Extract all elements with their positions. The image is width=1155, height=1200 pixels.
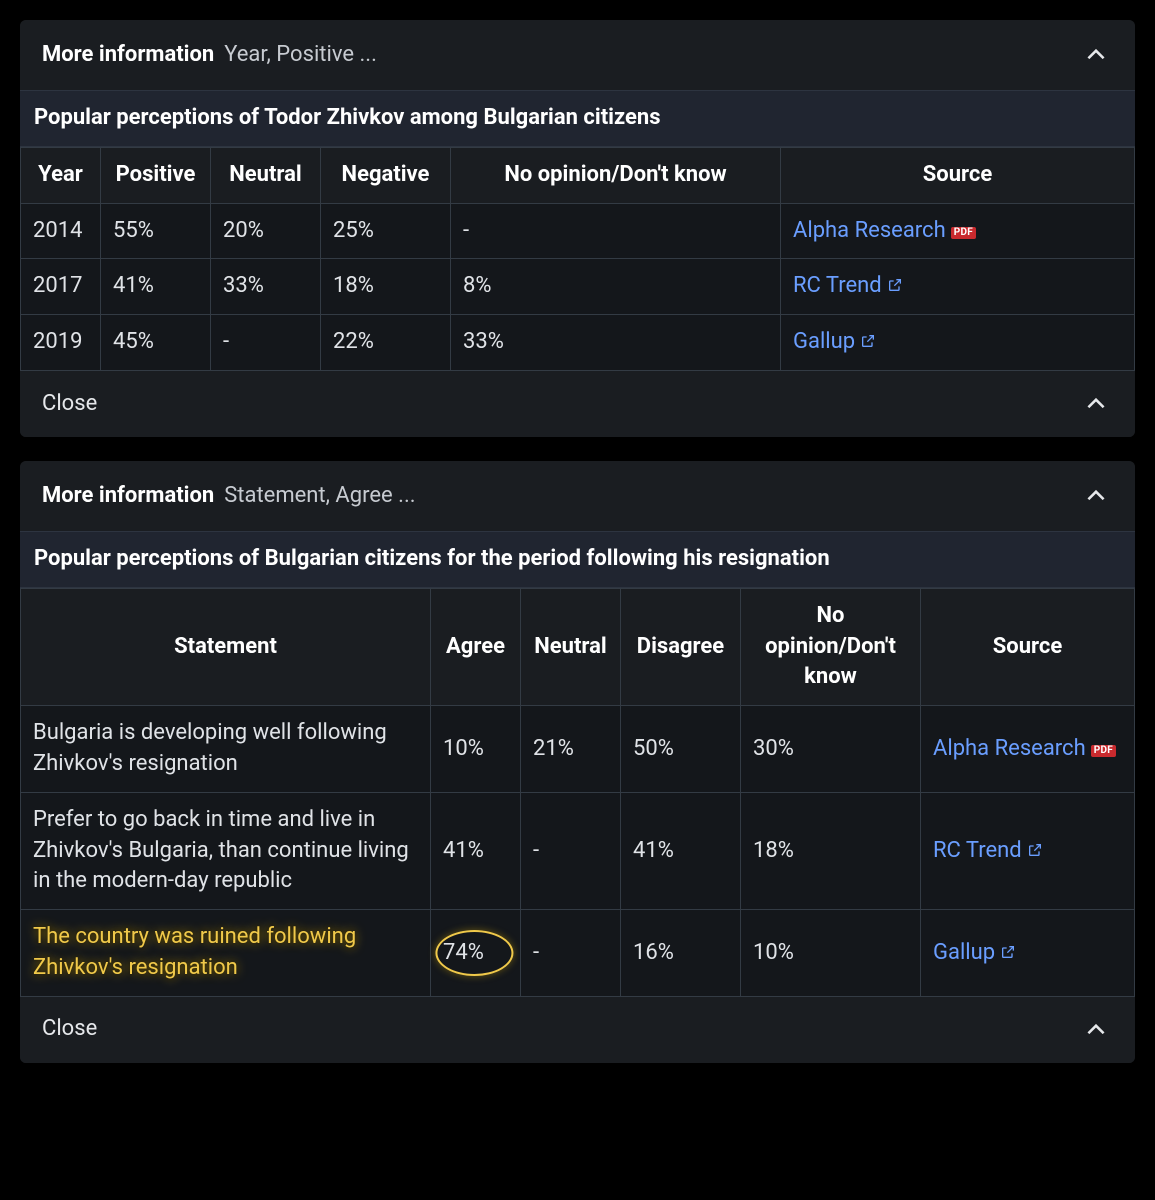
th-positive: Positive bbox=[101, 147, 211, 203]
panel-header-title: More information Statement, Agree ... bbox=[42, 481, 416, 512]
th-statement: Statement bbox=[21, 588, 431, 705]
cell-no-opinion: 10% bbox=[741, 910, 921, 997]
table-caption: Popular perceptions of Todor Zhivkov amo… bbox=[20, 90, 1135, 147]
pdf-icon: PDF bbox=[951, 227, 976, 239]
cell-statement: The country was ruined following Zhivkov… bbox=[21, 910, 431, 997]
cell-statement: Prefer to go back in time and live in Zh… bbox=[21, 792, 431, 909]
source-link[interactable]: Alpha Research bbox=[793, 218, 946, 243]
table-row: 201741%33%18%8% RC Trend bbox=[21, 259, 1135, 315]
pdf-icon: PDF bbox=[1091, 745, 1116, 757]
th-source: Source bbox=[921, 588, 1135, 705]
panel-footer[interactable]: Close bbox=[20, 997, 1135, 1063]
table-row: 201945%-22%33% Gallup bbox=[21, 315, 1135, 371]
cell-source: Gallup bbox=[781, 315, 1135, 371]
collapsible-panel-statements: More information Statement, Agree ... Po… bbox=[20, 461, 1135, 1063]
cell-negative: 25% bbox=[321, 203, 451, 259]
cell-no-opinion: 30% bbox=[741, 706, 921, 793]
panel-header-subtitle: Statement, Agree ... bbox=[224, 481, 415, 512]
cell-source: Alpha Research PDF bbox=[781, 203, 1135, 259]
panel-header-bold: More information bbox=[42, 481, 214, 512]
panel-footer[interactable]: Close bbox=[20, 371, 1135, 437]
panel-header[interactable]: More information Year, Positive ... bbox=[20, 20, 1135, 90]
th-source: Source bbox=[781, 147, 1135, 203]
collapsible-panel-perceptions: More information Year, Positive ... Popu… bbox=[20, 20, 1135, 437]
cell-neutral: - bbox=[521, 792, 621, 909]
cell-no-opinion: 33% bbox=[451, 315, 781, 371]
cell-no-opinion: 18% bbox=[741, 792, 921, 909]
source-link[interactable]: RC Trend bbox=[933, 838, 1022, 863]
chevron-up-icon bbox=[1079, 387, 1113, 421]
table-row: Prefer to go back in time and live in Zh… bbox=[21, 792, 1135, 909]
source-link[interactable]: Alpha Research bbox=[933, 736, 1086, 761]
table-row: 201455%20%25%-Alpha Research PDF bbox=[21, 203, 1135, 259]
cell-disagree: 16% bbox=[621, 910, 741, 997]
cell-statement: Bulgaria is developing well following Zh… bbox=[21, 706, 431, 793]
external-link-icon bbox=[1000, 939, 1016, 955]
cell-agree: 41% bbox=[431, 792, 521, 909]
close-label: Close bbox=[42, 1014, 97, 1045]
th-negative: Negative bbox=[321, 147, 451, 203]
cell-year: 2014 bbox=[21, 203, 101, 259]
source-link[interactable]: Gallup bbox=[793, 329, 855, 354]
panel-header-subtitle: Year, Positive ... bbox=[224, 40, 377, 71]
highlight-ellipse bbox=[435, 930, 513, 976]
source-link[interactable]: Gallup bbox=[933, 940, 995, 965]
cell-neutral: - bbox=[521, 910, 621, 997]
cell-source: RC Trend bbox=[781, 259, 1135, 315]
cell-positive: 55% bbox=[101, 203, 211, 259]
th-disagree: Disagree bbox=[621, 588, 741, 705]
perceptions-table: Year Positive Neutral Negative No opinio… bbox=[20, 147, 1135, 371]
panel-header[interactable]: More information Statement, Agree ... bbox=[20, 461, 1135, 531]
cell-source: Gallup bbox=[921, 910, 1135, 997]
cell-negative: 22% bbox=[321, 315, 451, 371]
cell-agree: 74% bbox=[431, 910, 521, 997]
table-caption: Popular perceptions of Bulgarian citizen… bbox=[20, 531, 1135, 588]
cell-disagree: 41% bbox=[621, 792, 741, 909]
cell-source: RC Trend bbox=[921, 792, 1135, 909]
th-neutral: Neutral bbox=[211, 147, 321, 203]
cell-neutral: 21% bbox=[521, 706, 621, 793]
cell-neutral: 33% bbox=[211, 259, 321, 315]
th-agree: Agree bbox=[431, 588, 521, 705]
close-label: Close bbox=[42, 389, 97, 420]
cell-source: Alpha Research PDF bbox=[921, 706, 1135, 793]
panel-header-bold: More information bbox=[42, 40, 214, 71]
table-header-row: Statement Agree Neutral Disagree No opin… bbox=[21, 588, 1135, 705]
th-no-opinion: No opinion/Don't know bbox=[451, 147, 781, 203]
panel-header-title: More information Year, Positive ... bbox=[42, 40, 377, 71]
cell-year: 2019 bbox=[21, 315, 101, 371]
chevron-up-icon bbox=[1079, 1013, 1113, 1047]
chevron-up-icon bbox=[1079, 479, 1113, 513]
cell-agree: 10% bbox=[431, 706, 521, 793]
th-neutral: Neutral bbox=[521, 588, 621, 705]
cell-disagree: 50% bbox=[621, 706, 741, 793]
cell-positive: 45% bbox=[101, 315, 211, 371]
external-link-icon bbox=[887, 272, 903, 288]
cell-no-opinion: 8% bbox=[451, 259, 781, 315]
cell-year: 2017 bbox=[21, 259, 101, 315]
table-header-row: Year Positive Neutral Negative No opinio… bbox=[21, 147, 1135, 203]
cell-negative: 18% bbox=[321, 259, 451, 315]
th-no-opinion: No opinion/Don't know bbox=[741, 588, 921, 705]
table-row: Bulgaria is developing well following Zh… bbox=[21, 706, 1135, 793]
cell-neutral: 20% bbox=[211, 203, 321, 259]
statements-table: Statement Agree Neutral Disagree No opin… bbox=[20, 588, 1135, 997]
external-link-icon bbox=[1027, 837, 1043, 853]
th-year: Year bbox=[21, 147, 101, 203]
cell-positive: 41% bbox=[101, 259, 211, 315]
source-link[interactable]: RC Trend bbox=[793, 273, 882, 298]
cell-neutral: - bbox=[211, 315, 321, 371]
cell-no-opinion: - bbox=[451, 203, 781, 259]
external-link-icon bbox=[860, 328, 876, 344]
chevron-up-icon bbox=[1079, 38, 1113, 72]
table-row: The country was ruined following Zhivkov… bbox=[21, 910, 1135, 997]
